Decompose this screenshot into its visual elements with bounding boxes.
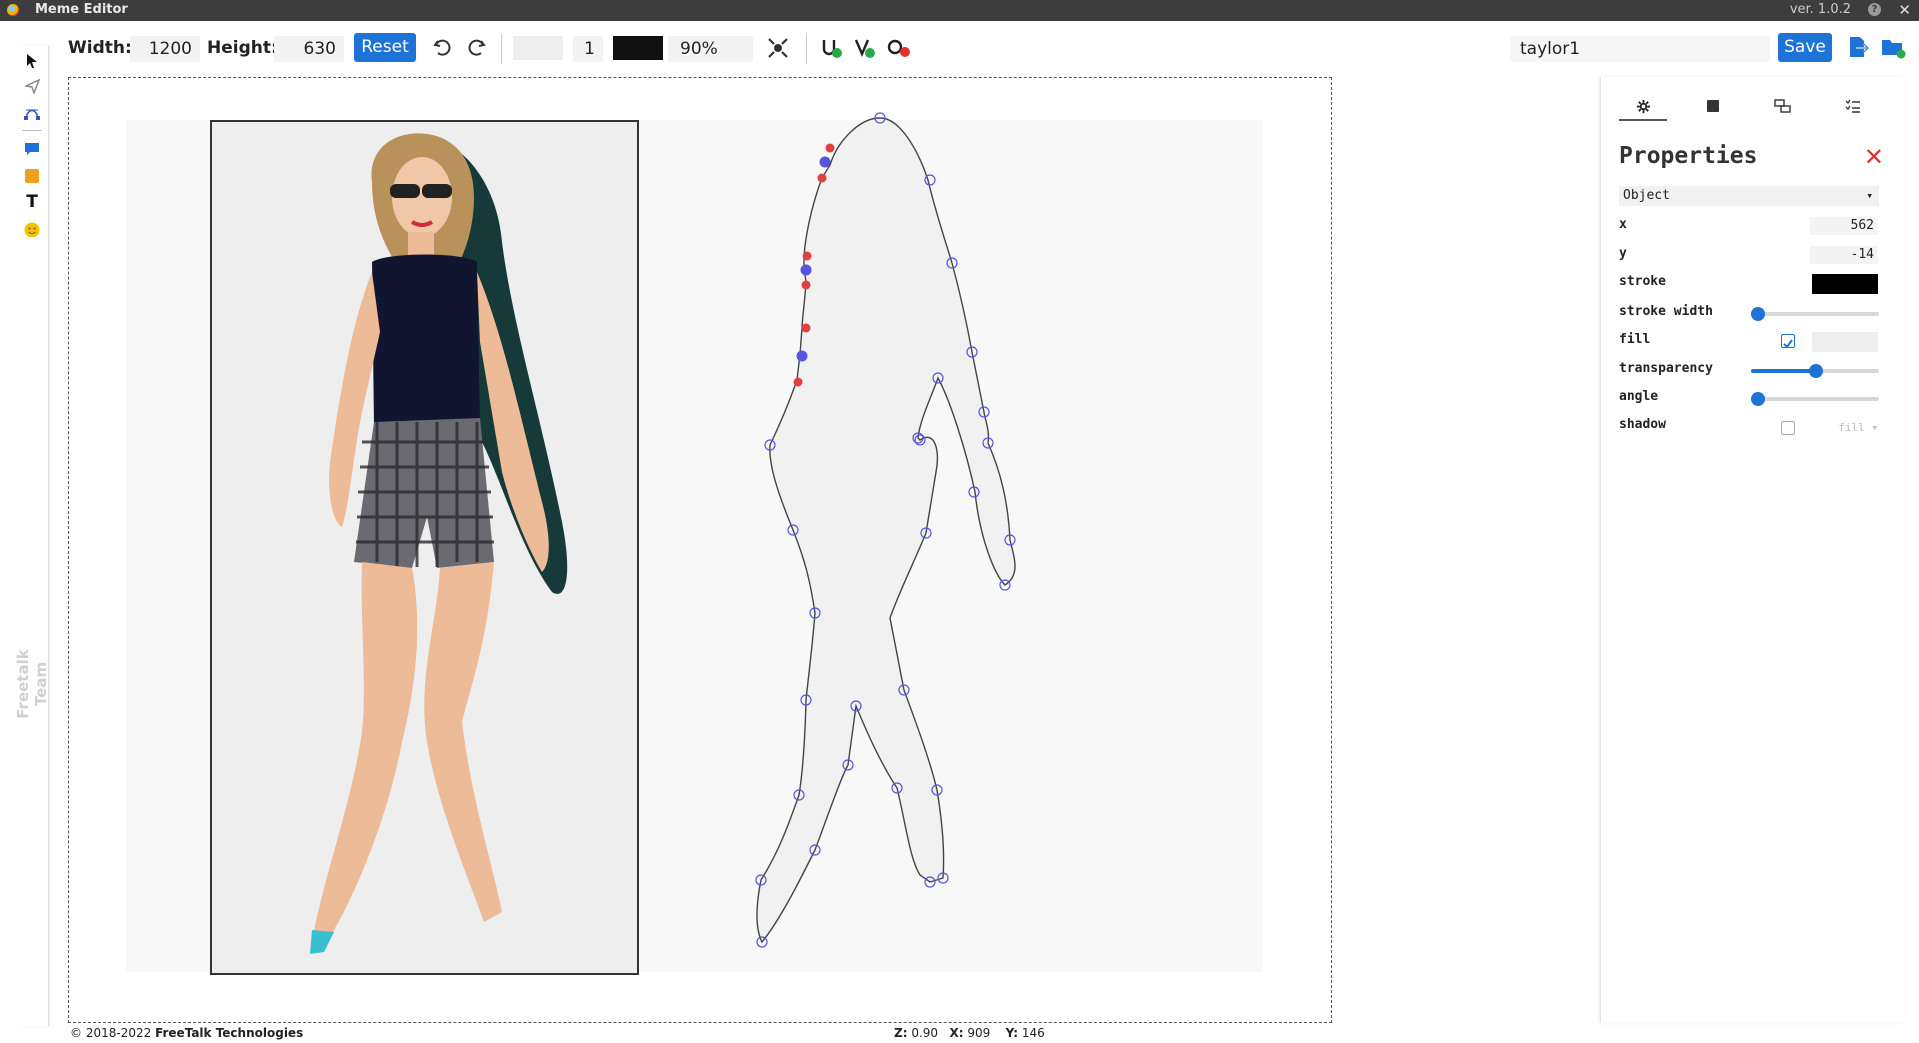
help-icon[interactable]: ? bbox=[1868, 3, 1881, 16]
window-title: Meme Editor bbox=[35, 2, 128, 17]
bezier-handle-point[interactable] bbox=[793, 377, 803, 387]
bezier-handle-point[interactable] bbox=[801, 323, 811, 333]
filename-input[interactable]: taylor1 bbox=[1510, 36, 1770, 62]
layers-icon[interactable] bbox=[1759, 93, 1807, 119]
zoom-input[interactable]: 90% bbox=[668, 36, 753, 62]
height-label: Height: bbox=[207, 38, 278, 58]
y-coord-readout: 146 bbox=[1021, 1026, 1045, 1040]
fill-checkbox[interactable] bbox=[1781, 334, 1795, 349]
person-photo bbox=[310, 133, 568, 954]
object-type-value: Object bbox=[1623, 188, 1670, 203]
bezier-handle-point[interactable] bbox=[801, 280, 811, 290]
stroke-label: stroke bbox=[1619, 274, 1666, 289]
toolbar-divider bbox=[501, 34, 502, 64]
emoji-icon[interactable] bbox=[23, 221, 41, 239]
stroke-width-label: stroke width bbox=[1619, 304, 1713, 319]
close-properties-button[interactable]: ✕ bbox=[1864, 143, 1884, 171]
selected-control-point[interactable] bbox=[819, 156, 831, 168]
folder-icon[interactable] bbox=[1880, 35, 1906, 63]
window-title-bar: Meme Editor ver. 1.0.2 ? ✕ bbox=[0, 0, 1919, 21]
stroke-color-swatch[interactable] bbox=[613, 36, 663, 60]
pointer-icon[interactable] bbox=[23, 52, 41, 70]
team-watermark: Freetalk Team bbox=[14, 649, 50, 719]
gear-icon[interactable] bbox=[1619, 93, 1667, 121]
reset-button[interactable]: Reset bbox=[354, 33, 416, 62]
object-type-select[interactable]: Object ▾ bbox=[1619, 186, 1879, 206]
stroke-width-slider[interactable] bbox=[1751, 307, 1879, 321]
stroke-color-picker[interactable] bbox=[1812, 274, 1878, 294]
bezier-handle-point[interactable] bbox=[825, 143, 835, 153]
redo-icon[interactable] bbox=[465, 36, 487, 63]
angle-slider[interactable] bbox=[1751, 392, 1879, 406]
square-icon[interactable] bbox=[1689, 93, 1737, 119]
main-toolbar: Width: 1200 Height: 630 Reset 1 90% tayl… bbox=[0, 22, 1919, 74]
vertex-add-icon[interactable] bbox=[853, 36, 877, 65]
shadow-mode-select[interactable]: fill ▾ bbox=[1818, 419, 1878, 437]
selected-control-point[interactable] bbox=[796, 350, 808, 362]
send-icon[interactable] bbox=[23, 77, 41, 95]
undo-icon[interactable] bbox=[432, 36, 454, 63]
fill-color-swatch[interactable] bbox=[513, 36, 563, 60]
export-icon[interactable] bbox=[1846, 35, 1870, 63]
copyright: © 2018-2022 FreeTalk Technologies bbox=[70, 1026, 303, 1040]
app-logo-icon bbox=[7, 4, 19, 16]
path-edit-icon[interactable] bbox=[23, 104, 41, 122]
toolbar-divider bbox=[806, 34, 807, 64]
angle-label: angle bbox=[1619, 389, 1659, 404]
window-close-button[interactable]: ✕ bbox=[1898, 1, 1911, 19]
x-label: x bbox=[1619, 217, 1627, 232]
y-coord-label: Y: bbox=[1005, 1026, 1019, 1040]
shadow-label: shadow bbox=[1619, 417, 1666, 432]
height-input[interactable]: 630 bbox=[274, 36, 344, 62]
tool-divider bbox=[22, 130, 42, 131]
x-coord-label: X: bbox=[949, 1026, 964, 1040]
shadow-mode-value: fill bbox=[1838, 421, 1865, 434]
bezier-handle-point[interactable] bbox=[802, 251, 812, 261]
properties-panel: Properties ✕ Object ▾ x 562 y -14 stroke… bbox=[1600, 77, 1904, 1023]
stroke-width-input[interactable]: 1 bbox=[573, 36, 603, 62]
photo-object[interactable] bbox=[210, 120, 639, 975]
left-tool-strip: T Freetalk Team bbox=[14, 46, 50, 1026]
y-label: y bbox=[1619, 246, 1627, 261]
cursor-coordinates: Z: 0.90 X: 909 Y: 146 bbox=[894, 1026, 1045, 1040]
zoom-label: Z: bbox=[894, 1026, 908, 1040]
checklist-icon[interactable] bbox=[1829, 93, 1877, 119]
fill-label: fill bbox=[1619, 332, 1651, 347]
x-input[interactable]: 562 bbox=[1810, 217, 1878, 235]
properties-title: Properties bbox=[1619, 143, 1758, 169]
selected-control-point[interactable] bbox=[800, 264, 812, 276]
save-button[interactable]: Save bbox=[1778, 33, 1832, 62]
copyright-years: © 2018-2022 bbox=[70, 1026, 152, 1040]
zoom-readout: 0.90 bbox=[911, 1026, 939, 1040]
version-label: ver. 1.0.2 bbox=[1789, 2, 1851, 17]
transparency-slider[interactable] bbox=[1751, 364, 1879, 378]
fit-screen-icon[interactable] bbox=[766, 36, 790, 65]
speech-bubble-icon[interactable] bbox=[23, 140, 41, 158]
y-input[interactable]: -14 bbox=[1810, 246, 1878, 264]
delete-object-icon[interactable] bbox=[886, 36, 912, 65]
status-bar: © 2018-2022 FreeTalk Technologies Z: 0.9… bbox=[70, 1025, 1370, 1041]
union-add-icon[interactable] bbox=[820, 36, 844, 65]
company-name: FreeTalk Technologies bbox=[155, 1026, 304, 1040]
chevron-down-icon: ▾ bbox=[1866, 189, 1873, 202]
transparency-label: transparency bbox=[1619, 361, 1713, 376]
bezier-handle-point[interactable] bbox=[817, 173, 827, 183]
text-icon[interactable]: T bbox=[23, 192, 41, 212]
fill-color-picker[interactable] bbox=[1812, 332, 1878, 352]
outline-shape[interactable] bbox=[700, 100, 1080, 960]
shadow-checkbox[interactable] bbox=[1781, 421, 1795, 435]
x-coord-readout: 909 bbox=[967, 1026, 991, 1040]
width-input[interactable]: 1200 bbox=[130, 36, 200, 62]
rectangle-icon[interactable] bbox=[23, 167, 41, 185]
width-label: Width: bbox=[68, 38, 132, 58]
